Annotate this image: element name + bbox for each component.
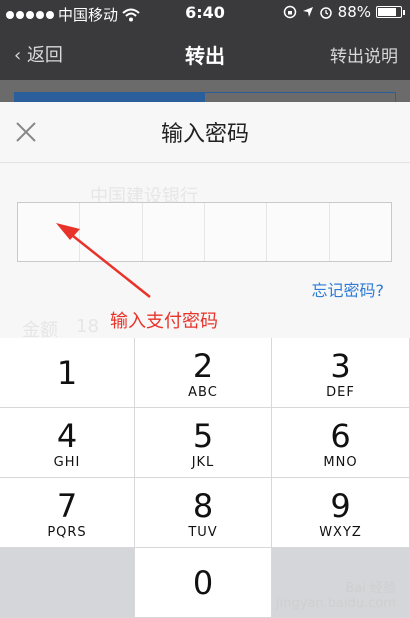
- key-9[interactable]: 9 WXYZ: [272, 478, 410, 548]
- key-digit: 1: [56, 354, 78, 392]
- key-3[interactable]: 3 DEF: [272, 338, 410, 408]
- key-4[interactable]: 4 GHI: [0, 408, 135, 478]
- key-letters: ABC: [188, 385, 218, 400]
- key-digit: 3: [330, 347, 351, 385]
- key-7[interactable]: 7 PQRS: [0, 478, 135, 548]
- key-digit: 5: [192, 417, 214, 455]
- key-digit: 9: [330, 487, 351, 525]
- key-digit: 6: [330, 417, 351, 455]
- key-letters: MNO: [323, 455, 358, 470]
- key-6[interactable]: 6 MNO: [272, 408, 410, 478]
- key-digit: 8: [192, 487, 214, 525]
- key-digit: 4: [56, 417, 78, 455]
- watermark: Bai 经验 jingyan.baidu.com: [276, 577, 396, 611]
- key-digit: 0: [192, 564, 214, 602]
- key-8[interactable]: 8 TUV: [135, 478, 272, 548]
- key-0[interactable]: 0: [135, 548, 272, 618]
- key-letters: JKL: [191, 455, 215, 470]
- key-blank: [0, 548, 135, 618]
- key-digit: 2: [192, 347, 214, 385]
- key-letters: WXYZ: [319, 525, 362, 540]
- key-letters: GHI: [53, 455, 81, 470]
- key-letters: DEF: [326, 385, 355, 400]
- key-digit: 7: [56, 487, 78, 525]
- key-letters: TUV: [188, 525, 218, 540]
- key-letters: PQRS: [47, 525, 87, 540]
- numeric-keypad: 1 2 ABC 3 DEF 4 GHI 5 JKL 6 MNO 7 PQRS 8 TUV 9 WXYZ 0: [0, 338, 410, 618]
- watermark-url: jingyan.baidu.com: [276, 596, 396, 611]
- key-5[interactable]: 5 JKL: [135, 408, 272, 478]
- watermark-logo: Bai 经验: [345, 581, 396, 596]
- key-1[interactable]: 1: [0, 338, 135, 408]
- key-2[interactable]: 2 ABC: [135, 338, 272, 408]
